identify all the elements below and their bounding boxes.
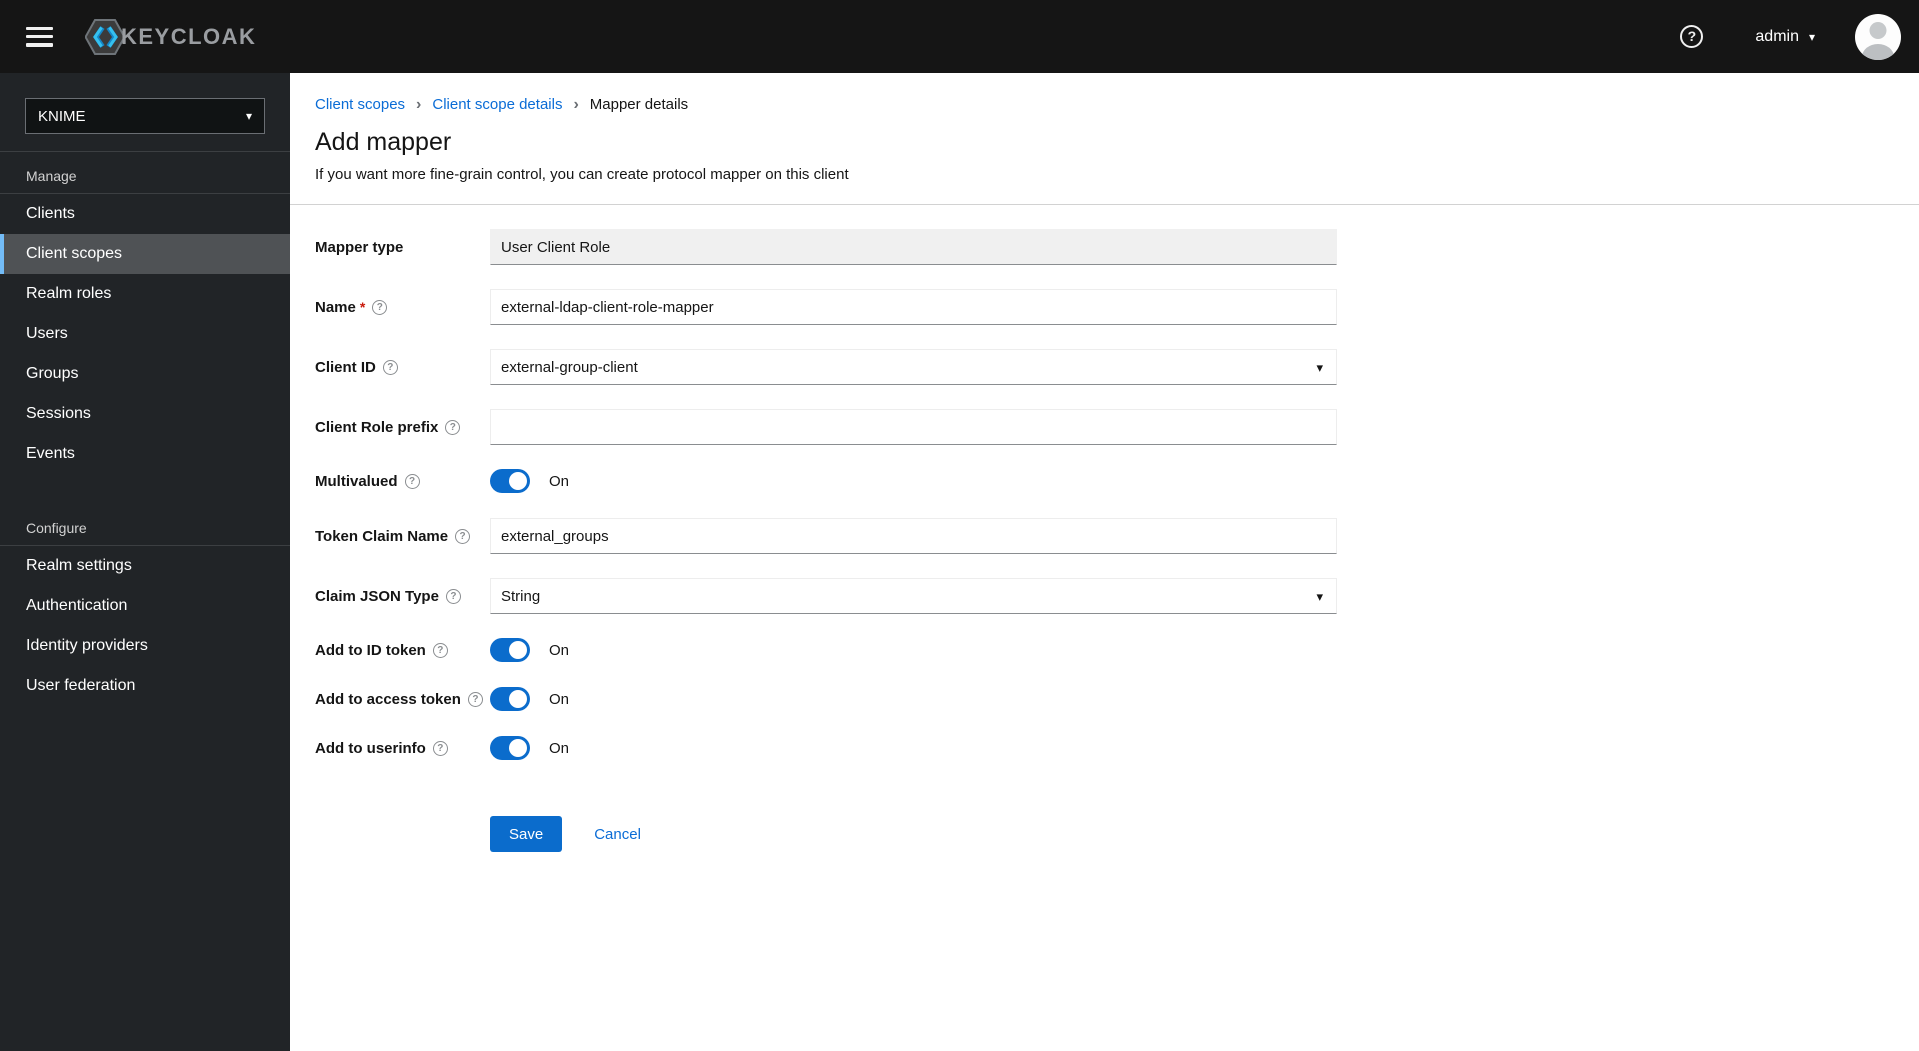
brand-text: KEYCLOAK bbox=[121, 23, 257, 49]
breadcrumb-separator-icon bbox=[573, 97, 578, 113]
realm-name: KNIME bbox=[38, 107, 86, 125]
sidebar-item-user-federation[interactable]: User federation bbox=[0, 666, 290, 706]
breadcrumb-mapper-details: Mapper details bbox=[589, 96, 689, 113]
sidebar-item-client-scopes[interactable]: Client scopes bbox=[0, 234, 290, 274]
sidebar-item-authentication[interactable]: Authentication bbox=[0, 586, 290, 626]
question-circle-icon[interactable] bbox=[445, 420, 461, 435]
user-name: admin bbox=[1755, 27, 1799, 45]
mapper-type-input bbox=[490, 229, 1337, 265]
sidebar-item-users[interactable]: Users bbox=[0, 314, 290, 354]
chevron-down-icon bbox=[246, 110, 252, 122]
page-title: Add mapper bbox=[315, 128, 452, 156]
cancel-button[interactable]: Cancel bbox=[594, 826, 641, 843]
avatar-head-shape bbox=[1869, 21, 1887, 39]
form-row-client-role-prefix: Client Role prefix bbox=[315, 409, 1919, 445]
user-menu[interactable]: admin bbox=[1755, 28, 1815, 46]
breadcrumb: Client scopes Client scope details Mappe… bbox=[315, 96, 1919, 113]
toggle-knob bbox=[509, 690, 527, 708]
form-actions: Save Cancel bbox=[490, 816, 1919, 852]
add-to-id-token-toggle[interactable] bbox=[490, 638, 530, 662]
form-row-add-to-access-token: Add to access token On bbox=[315, 687, 1919, 711]
menu-icon[interactable] bbox=[26, 26, 53, 47]
nav-section-configure: Configure bbox=[26, 520, 87, 536]
page-header: Client scopes Client scope details Mappe… bbox=[290, 73, 1919, 183]
sidebar-item-identity-providers[interactable]: Identity providers bbox=[0, 626, 290, 666]
multivalued-toggle[interactable] bbox=[490, 469, 530, 493]
question-circle-icon[interactable] bbox=[467, 692, 483, 707]
toggle-state-label: On bbox=[549, 641, 570, 659]
caret-down-icon bbox=[1316, 590, 1323, 603]
client-id-select[interactable]: external-group-client bbox=[490, 349, 1337, 385]
field-label: Multivalued bbox=[315, 469, 490, 493]
question-circle-icon[interactable] bbox=[445, 589, 461, 604]
field-label: Client Role prefix bbox=[315, 409, 490, 445]
breadcrumb-separator-icon bbox=[416, 97, 421, 113]
toggle-state-label: On bbox=[549, 739, 570, 757]
field-label: Client ID bbox=[315, 349, 490, 385]
breadcrumb-client-scopes[interactable]: Client scopes bbox=[315, 96, 405, 113]
field-label: Name * bbox=[315, 289, 490, 325]
claim-json-type-select[interactable]: String bbox=[490, 578, 1337, 614]
nav-section-manage: Manage bbox=[26, 168, 77, 184]
main-content: Client scopes Client scope details Mappe… bbox=[290, 73, 1919, 1051]
form-row-claim-json-type: Claim JSON Type String bbox=[315, 578, 1919, 614]
name-input[interactable] bbox=[490, 289, 1337, 325]
form-row-token-claim-name: Token Claim Name bbox=[315, 518, 1919, 554]
sidebar: KNIME Manage Clients Client scopes Realm… bbox=[0, 73, 290, 1051]
toggle-state-label: On bbox=[549, 472, 570, 490]
caret-down-icon bbox=[1316, 361, 1323, 374]
add-mapper-form: Mapper type Name* Client ID external-gro… bbox=[290, 205, 1919, 852]
toggle-knob bbox=[509, 641, 527, 659]
client-role-prefix-input[interactable] bbox=[490, 409, 1337, 445]
client-id-selected-value: external-group-client bbox=[501, 358, 638, 376]
field-label: Token Claim Name bbox=[315, 518, 490, 554]
form-row-add-to-userinfo: Add to userinfo On bbox=[315, 736, 1919, 760]
form-row-client-id: Client ID external-group-client bbox=[315, 349, 1919, 385]
masthead: KEYCLOAK admin bbox=[0, 0, 1919, 73]
required-asterisk: * bbox=[359, 299, 366, 315]
sidebar-item-sessions[interactable]: Sessions bbox=[0, 394, 290, 434]
form-row-multivalued: Multivalued On bbox=[315, 469, 1919, 493]
field-label: Claim JSON Type bbox=[315, 578, 490, 614]
sidebar-item-clients[interactable]: Clients bbox=[0, 194, 290, 234]
breadcrumb-client-scope-details[interactable]: Client scope details bbox=[432, 96, 562, 113]
realm-selector[interactable]: KNIME bbox=[25, 98, 265, 134]
sidebar-item-events[interactable]: Events bbox=[0, 434, 290, 474]
field-label: Add to access token bbox=[315, 687, 490, 711]
question-circle-icon[interactable] bbox=[404, 474, 420, 489]
question-circle-icon[interactable] bbox=[382, 360, 398, 375]
keycloak-logo-icon bbox=[85, 18, 125, 55]
keycloak-logo[interactable]: KEYCLOAK bbox=[85, 18, 257, 55]
field-label: Add to ID token bbox=[315, 638, 490, 662]
help-icon[interactable] bbox=[1680, 25, 1704, 48]
avatar[interactable] bbox=[1855, 13, 1901, 60]
question-circle-icon[interactable] bbox=[432, 741, 448, 756]
add-to-userinfo-toggle[interactable] bbox=[490, 736, 530, 760]
add-to-access-token-toggle[interactable] bbox=[490, 687, 530, 711]
field-label: Mapper type bbox=[315, 239, 404, 256]
sidebar-item-groups[interactable]: Groups bbox=[0, 354, 290, 394]
sidebar-item-realm-roles[interactable]: Realm roles bbox=[0, 274, 290, 314]
form-row-add-to-id-token: Add to ID token On bbox=[315, 638, 1919, 662]
toggle-state-label: On bbox=[549, 690, 570, 708]
toggle-knob bbox=[509, 739, 527, 757]
form-row-mapper-type: Mapper type bbox=[315, 229, 1919, 265]
question-circle-icon[interactable] bbox=[455, 529, 471, 544]
chevron-down-icon bbox=[1809, 31, 1815, 43]
toggle-knob bbox=[509, 472, 527, 490]
field-label: Add to userinfo bbox=[315, 736, 490, 760]
save-button[interactable]: Save bbox=[490, 816, 563, 852]
page-subtitle: If you want more fine-grain control, you… bbox=[315, 166, 849, 183]
question-circle-icon[interactable] bbox=[432, 643, 448, 658]
form-row-name: Name * bbox=[315, 289, 1919, 325]
avatar-body-shape bbox=[1862, 43, 1894, 60]
claim-json-type-selected-value: String bbox=[501, 587, 541, 605]
sidebar-item-realm-settings[interactable]: Realm settings bbox=[0, 546, 290, 586]
question-circle-icon[interactable] bbox=[372, 300, 388, 315]
token-claim-name-input[interactable] bbox=[490, 518, 1337, 554]
